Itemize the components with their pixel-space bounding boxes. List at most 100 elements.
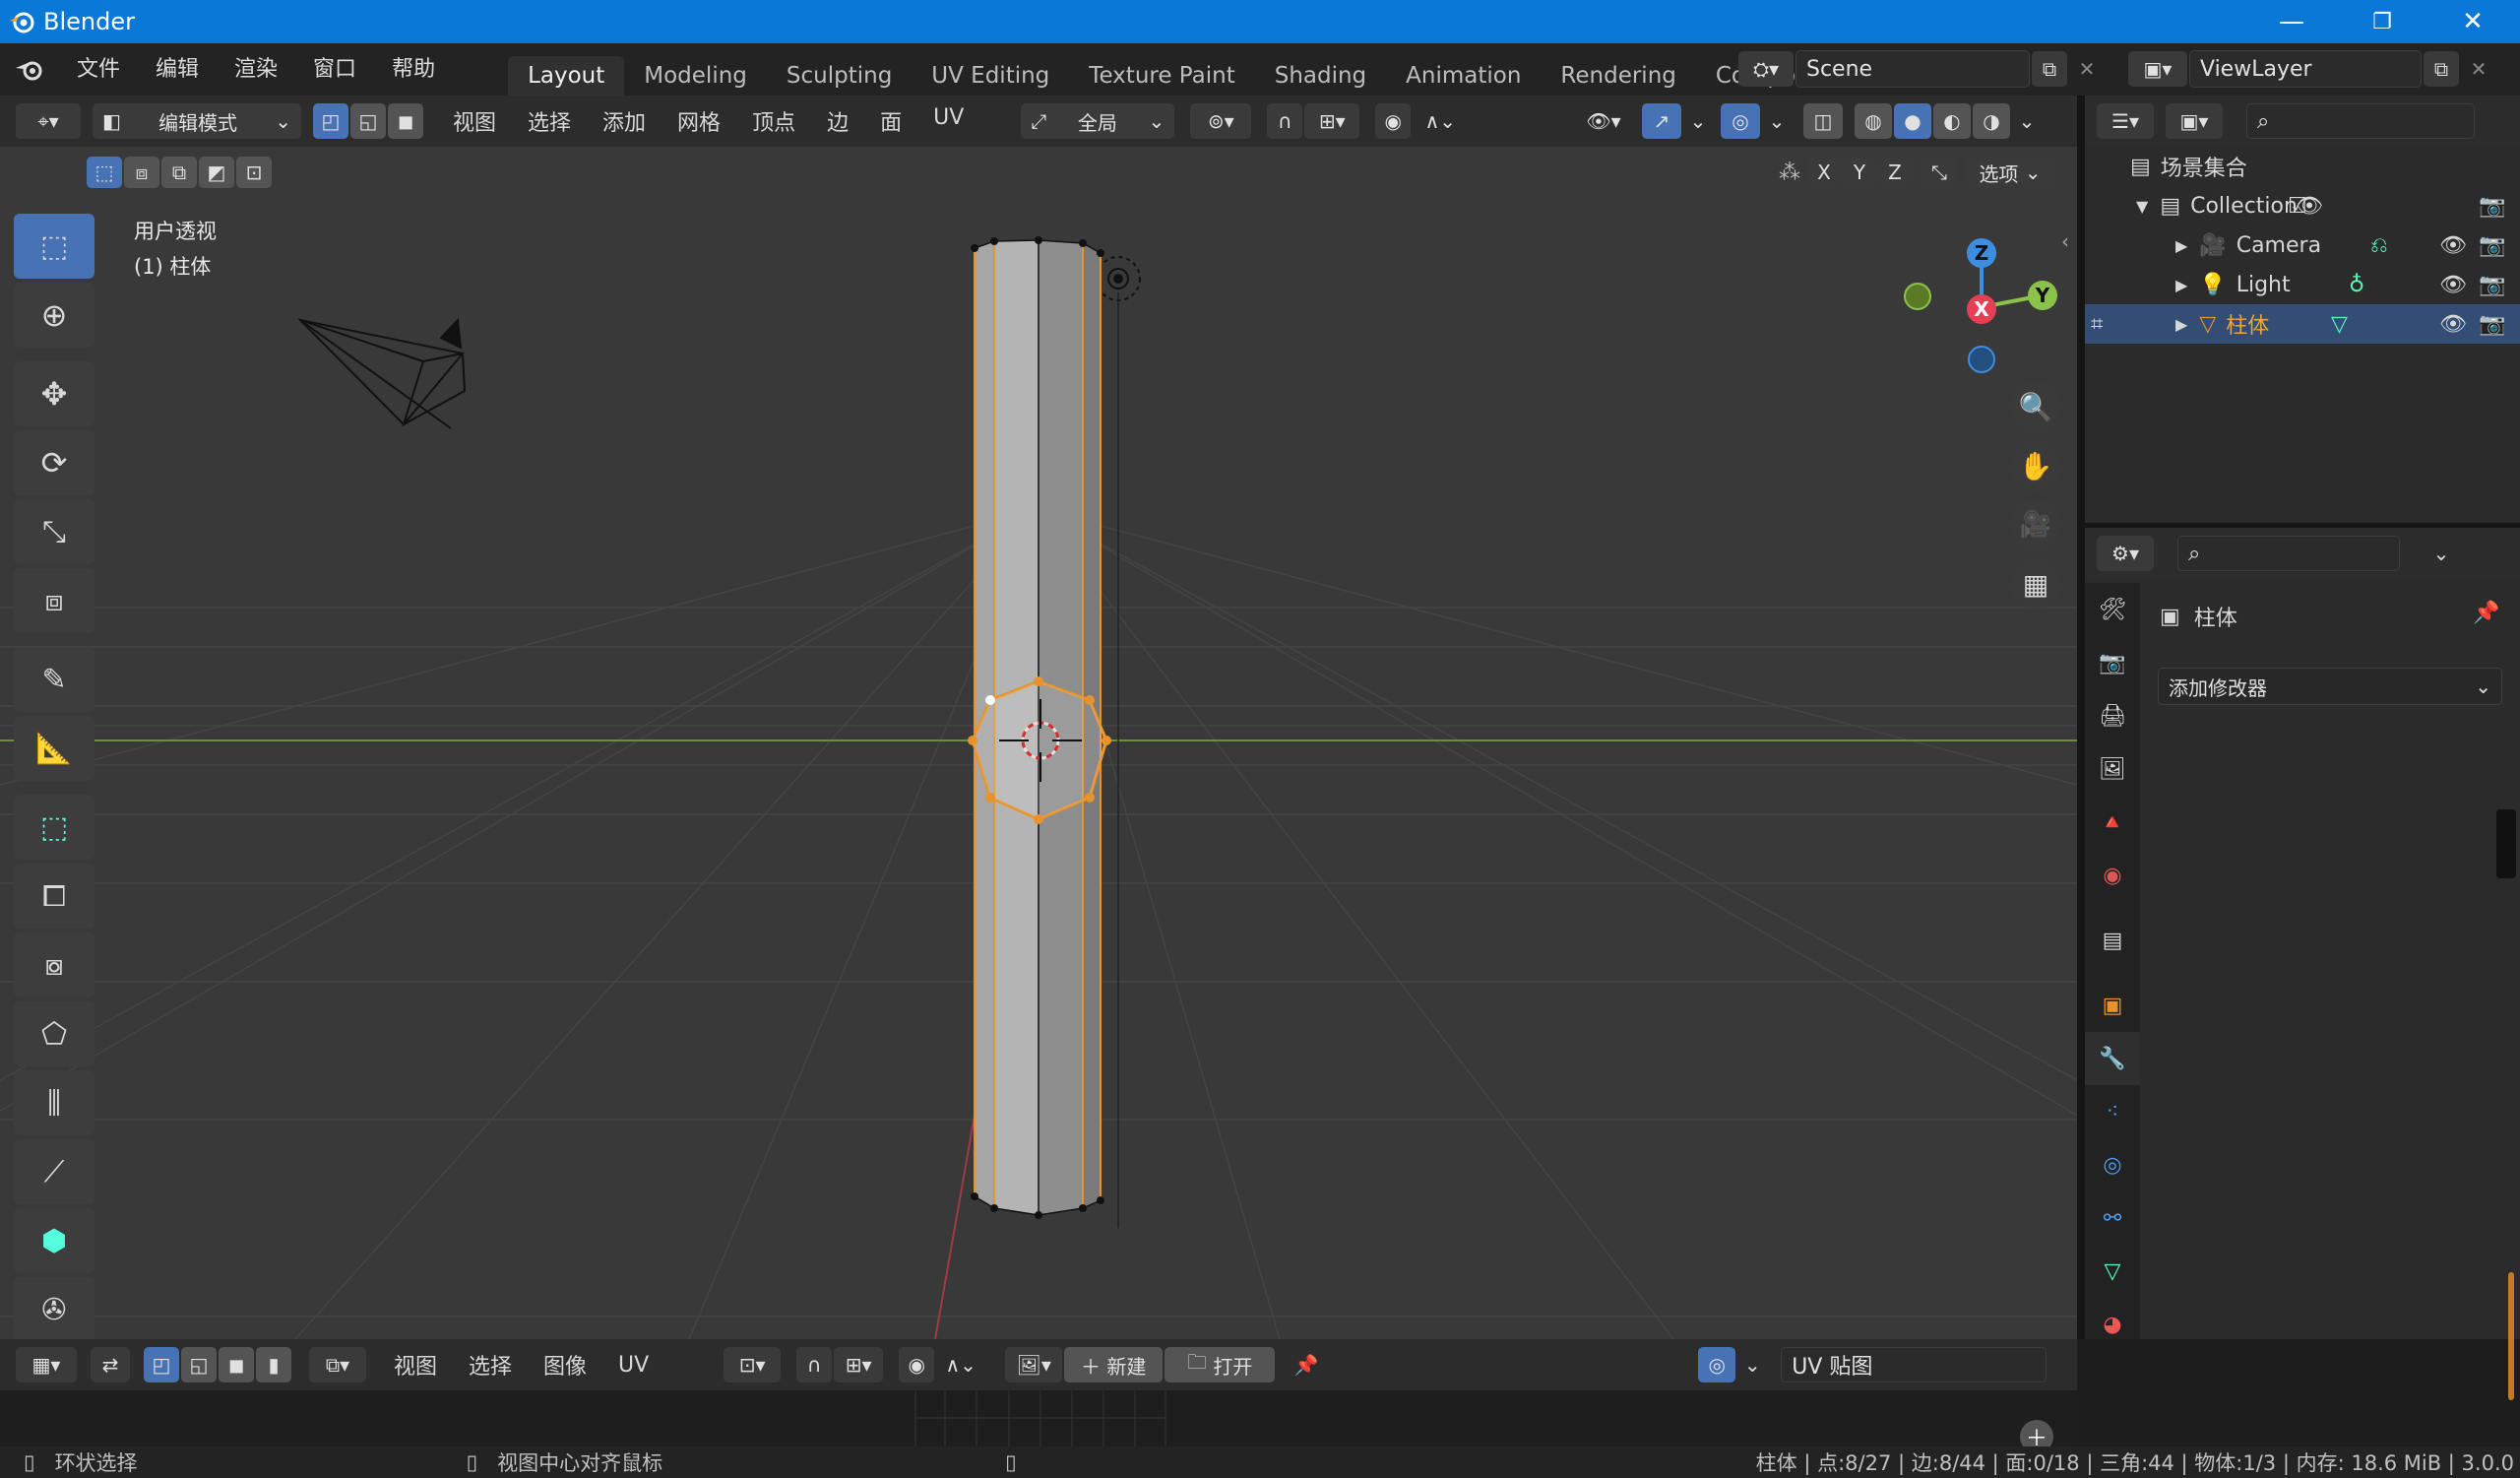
new-scene-button[interactable]: ⧉ bbox=[2032, 51, 2067, 87]
vertex-select-button[interactable]: ◰ bbox=[313, 103, 348, 139]
edit-mode-indicator-icon[interactable]: ⌗ bbox=[2091, 312, 2103, 337]
poly-build-tool[interactable]: ⬢ bbox=[14, 1208, 94, 1273]
properties-search-field[interactable]: ⌕ bbox=[2177, 536, 2400, 571]
zoom-button[interactable]: 🔍 bbox=[2010, 381, 2061, 432]
menu-help[interactable]: 帮助 bbox=[374, 43, 453, 96]
mirror-x-toggle[interactable]: X bbox=[1807, 157, 1841, 188]
auto-merge-toggle[interactable]: ⤡ bbox=[1922, 157, 1957, 188]
navigation-gizmo[interactable]: Z Y X bbox=[1895, 214, 2062, 381]
move-tool[interactable]: ✥ bbox=[14, 361, 94, 426]
tab-constraints[interactable]: ⚯ bbox=[2085, 1191, 2140, 1245]
menu-uv[interactable]: UV bbox=[917, 105, 979, 137]
tab-sculpting[interactable]: Sculpting bbox=[767, 56, 912, 96]
expand-arrow-icon[interactable]: ▼ bbox=[2136, 197, 2148, 216]
delete-scene-button[interactable]: ✕ bbox=[2069, 51, 2105, 87]
view-layer-name-field[interactable]: ViewLayer bbox=[2189, 50, 2422, 88]
light-data-icon[interactable]: ♁ bbox=[2349, 273, 2364, 297]
eye-icon[interactable]: 👁 bbox=[2439, 312, 2467, 337]
select-new-button[interactable]: ⬚ bbox=[87, 157, 122, 188]
uv-overlay-toggle[interactable]: ◎ bbox=[1698, 1347, 1736, 1382]
tab-shading[interactable]: Shading bbox=[1255, 56, 1386, 96]
uv-vertex-select[interactable]: ◰ bbox=[144, 1347, 179, 1382]
gizmo-menu[interactable]: ⌄ bbox=[1683, 103, 1713, 139]
uv-sync-toggle[interactable]: ⇄ bbox=[91, 1347, 130, 1382]
tab-output[interactable]: 🖨 bbox=[2085, 689, 2140, 742]
scale-tool[interactable]: ⤡ bbox=[14, 499, 94, 564]
perspective-toggle-button[interactable]: ▦ bbox=[2010, 558, 2061, 610]
tab-layout[interactable]: Layout bbox=[508, 56, 625, 96]
properties-options-button[interactable]: ⌄ bbox=[2424, 536, 2459, 571]
falloff-button[interactable]: ∧⌄ bbox=[1413, 103, 1468, 139]
extrude-tool[interactable]: ⧠ bbox=[14, 864, 94, 929]
face-select-button[interactable]: ◼ bbox=[388, 103, 423, 139]
material-shading-button[interactable]: ◐ bbox=[1933, 103, 1971, 139]
uv-menu-uv[interactable]: UV bbox=[602, 1353, 664, 1378]
mirror-z-toggle[interactable]: Z bbox=[1878, 157, 1912, 188]
annotate-tool[interactable]: ✎ bbox=[14, 647, 94, 712]
delete-view-layer-button[interactable]: ✕ bbox=[2461, 51, 2496, 87]
camera-view-button[interactable]: 🎥 bbox=[2010, 499, 2061, 550]
close-button[interactable]: ✕ bbox=[2427, 0, 2518, 43]
menu-render[interactable]: 渲染 bbox=[217, 43, 295, 96]
tab-collection[interactable]: ▤ bbox=[2085, 914, 2140, 967]
camera-render-icon[interactable]: 📷 bbox=[2479, 273, 2505, 297]
tab-scene[interactable]: 🔺 bbox=[2085, 796, 2140, 849]
menu-edge[interactable]: 边 bbox=[811, 105, 864, 137]
select-subtract-button[interactable]: ⧉ bbox=[161, 157, 197, 188]
select-intersect-button[interactable]: ⊡ bbox=[236, 157, 272, 188]
editor-type-button[interactable]: ⌖▾ bbox=[16, 103, 81, 139]
add-cube-tool[interactable]: ⬚ bbox=[14, 795, 94, 860]
uv-pivot-button[interactable]: ⊡▾ bbox=[724, 1347, 782, 1382]
menu-edit[interactable]: 编辑 bbox=[138, 43, 217, 96]
select-extend-button[interactable]: ⧈ bbox=[124, 157, 159, 188]
menu-add[interactable]: 添加 bbox=[587, 105, 662, 137]
area-splitter[interactable] bbox=[2077, 96, 2085, 1339]
tab-animation[interactable]: Animation bbox=[1386, 56, 1541, 96]
spin-tool[interactable]: ✇ bbox=[14, 1277, 94, 1339]
shading-menu[interactable]: ⌄ bbox=[2012, 103, 2042, 139]
uv-proportional-toggle[interactable]: ◉ bbox=[899, 1347, 935, 1382]
visibility-button[interactable]: 👁▾ bbox=[1573, 103, 1634, 139]
add-modifier-dropdown[interactable]: 添加修改器 ⌄ bbox=[2158, 668, 2502, 705]
transform-tool[interactable]: ⧈ bbox=[14, 568, 94, 633]
3d-viewport[interactable]: ⌖▾ ◧ 编辑模式 ⌄ ◰ ◱ ◼ 视图 选择 添加 网格 顶点 边 面 UV … bbox=[0, 96, 2077, 1339]
scene-name-field[interactable]: Scene bbox=[1796, 50, 2030, 88]
scene-collection-row[interactable]: ▤ 场景集合 bbox=[2085, 147, 2520, 186]
tab-object[interactable]: ▣ bbox=[2085, 979, 2140, 1032]
eye-icon[interactable]: 👁 bbox=[2296, 194, 2323, 219]
uv-pin-button[interactable]: 📌 bbox=[1289, 1347, 1324, 1382]
tab-view-layer[interactable]: 🖼 bbox=[2085, 742, 2140, 796]
display-mode-button[interactable]: ▣▾ bbox=[2166, 103, 2223, 139]
menu-mesh[interactable]: 网格 bbox=[662, 105, 736, 137]
menu-window[interactable]: 窗口 bbox=[295, 43, 374, 96]
uv-editor-canvas[interactable]: ＋ bbox=[0, 1390, 2077, 1453]
menu-vertex[interactable]: 顶点 bbox=[736, 105, 811, 137]
minimize-button[interactable]: — bbox=[2246, 0, 2337, 43]
tab-data[interactable]: ▽ bbox=[2085, 1245, 2140, 1298]
tab-rendering[interactable]: Rendering bbox=[1541, 56, 1695, 96]
overlay-toggle[interactable]: ◎ bbox=[1721, 103, 1760, 139]
gizmo-toggle[interactable]: ↗ bbox=[1642, 103, 1681, 139]
xray-toggle[interactable]: ◫ bbox=[1803, 103, 1843, 139]
snap-toggle[interactable]: ∩ bbox=[1267, 103, 1303, 139]
menu-view[interactable]: 视图 bbox=[437, 105, 512, 137]
inset-tool[interactable]: ⧇ bbox=[14, 932, 94, 997]
scene-selector-button[interactable]: ⛭▾ bbox=[1738, 51, 1794, 87]
tab-tool[interactable]: 🛠 bbox=[2085, 583, 2140, 636]
loop-cut-tool[interactable]: ⫼ bbox=[14, 1070, 94, 1135]
new-image-button[interactable]: ＋ 新建 bbox=[1064, 1347, 1164, 1382]
uv-snap-target[interactable]: ⊞▾ bbox=[834, 1347, 884, 1382]
tab-particles[interactable]: ⁖ bbox=[2085, 1085, 2140, 1138]
outliner-editor-type[interactable]: ☰▾ bbox=[2097, 103, 2154, 139]
uv-sticky-select[interactable]: ⧉▾ bbox=[309, 1347, 366, 1382]
tab-material[interactable]: ◕ bbox=[2085, 1298, 2140, 1351]
properties-scroll-handle[interactable] bbox=[2496, 809, 2516, 878]
knife-tool[interactable]: ⟋ bbox=[14, 1139, 94, 1204]
camera-data-icon[interactable]: ⎌ bbox=[2370, 233, 2388, 258]
uv-falloff-button[interactable]: ∧⌄ bbox=[936, 1347, 985, 1382]
outliner-row-cylinder[interactable]: ⌗ ▶ ▽ 柱体 ▽ 👁 📷 bbox=[2085, 304, 2520, 344]
outliner-row-collection[interactable]: ▼ ▤ Collection ☑ 👁 📷 bbox=[2085, 186, 2520, 225]
uv-edge-select[interactable]: ◱ bbox=[181, 1347, 217, 1382]
expand-arrow-icon[interactable]: ▶ bbox=[2175, 236, 2187, 255]
mirror-icon[interactable]: ⁂ bbox=[1772, 161, 1807, 185]
